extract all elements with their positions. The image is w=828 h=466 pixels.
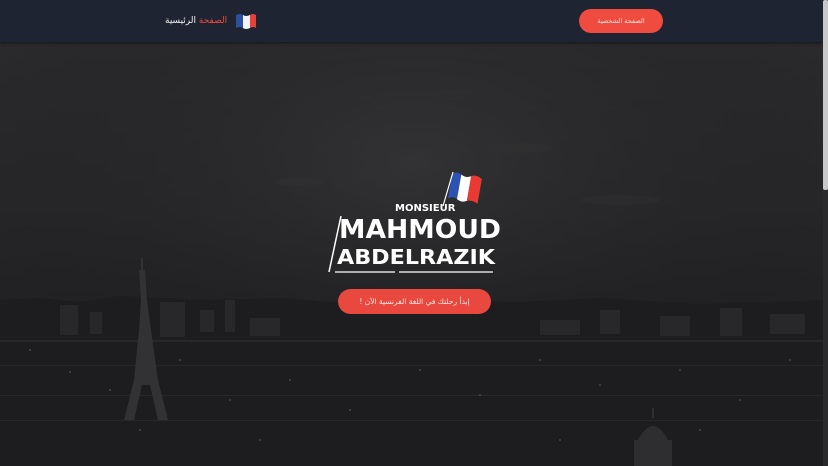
- logo-flag-icon: [447, 172, 482, 204]
- page-scrollbar[interactable]: [823, 0, 828, 466]
- scrollbar-thumb[interactable]: [823, 0, 828, 190]
- site-logo: MONSIEUR MAHMOUD ABDELRAZIK: [328, 171, 501, 273]
- profile-button[interactable]: الصفحة الشخصية: [579, 9, 663, 33]
- brand-label-part2: الرئيسية: [165, 16, 196, 26]
- page: الصفحة الرئيسية الصفحة الشخصية MONSIEUR …: [0, 0, 828, 466]
- brand-label-part1: الصفحة: [198, 16, 228, 26]
- top-navbar: الصفحة الرئيسية الصفحة الشخصية: [0, 0, 823, 42]
- france-flag-icon: [236, 14, 257, 29]
- brand-label: الصفحة الرئيسية: [165, 16, 227, 26]
- brand-home-link[interactable]: الصفحة الرئيسية: [165, 11, 257, 31]
- logo-line-2: MAHMOUD: [339, 215, 501, 245]
- start-journey-button[interactable]: إبدأ رحلتك في اللغة الفرنسية الآن !: [338, 289, 491, 314]
- logo-line-1: MONSIEUR: [395, 203, 456, 214]
- logo-line-3: ABDELRAZIK: [337, 245, 497, 269]
